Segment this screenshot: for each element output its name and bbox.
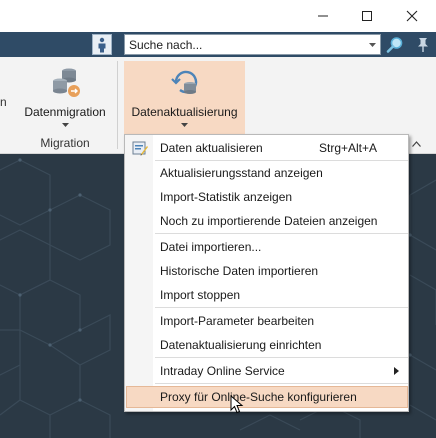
menu-item-daten-aktualisieren[interactable]: Daten aktualisieren Strg+Alt+A [126,137,408,159]
ribbon-separator [117,61,118,149]
menu-item-label: Import-Statistik anzeigen [160,190,293,204]
magnifier-icon [386,36,403,53]
menu-separator [155,383,408,384]
datenaktualisierung-menu: Daten aktualisieren Strg+Alt+A Aktualisi… [124,134,409,412]
menu-item-label: Daten aktualisieren [160,141,263,155]
ribbon-group-label: Migration [40,136,90,150]
datenaktualisierung-label: Datenaktualisierung [131,105,238,119]
menu-item-historische-daten-importieren[interactable]: Historische Daten importieren [126,260,408,282]
mouse-cursor-icon [230,395,244,414]
menu-item-import-stoppen[interactable]: Import stoppen [126,284,408,306]
menu-item-label: Noch zu importierende Dateien anzeigen [160,214,378,228]
menu-item-noch-zu-importierende-dateien[interactable]: Noch zu importierende Dateien anzeigen [126,210,408,232]
pin-icon [418,37,428,52]
ribbon-cut-label: n [0,95,7,109]
database-refresh-icon [168,65,202,99]
menu-separator [155,233,408,234]
menu-separator [155,307,408,308]
close-icon [406,10,418,22]
search-button[interactable] [384,34,406,55]
submenu-arrow-icon [394,367,399,375]
datenmigration-label: Datenmigration [24,105,106,119]
refresh-data-icon [132,141,148,156]
menu-item-label: Datenaktualisierung einrichten [160,338,322,352]
search-combobox[interactable] [124,34,381,55]
menu-item-label: Import-Parameter bearbeiten [160,314,315,328]
menu-item-aktualisierungsstand-anzeigen[interactable]: Aktualisierungsstand anzeigen [126,162,408,184]
minimize-button[interactable] [300,0,346,32]
pin-button[interactable] [412,34,434,55]
datenaktualisierung-button[interactable]: Datenaktualisierung [124,61,245,137]
person-icon [98,37,106,52]
chevron-down-icon [368,42,376,47]
user-filter-button[interactable] [92,34,112,55]
menu-item-label: Historische Daten importieren [160,264,319,278]
menu-separator [155,160,408,161]
menu-item-import-statistik-anzeigen[interactable]: Import-Statistik anzeigen [126,186,408,208]
close-window-button[interactable] [389,0,435,32]
chevron-down-icon [181,123,188,127]
search-toolbar [0,32,436,57]
menu-item-label: Intraday Online Service [160,364,285,378]
menu-item-intraday-online-service[interactable]: Intraday Online Service [126,360,408,382]
collapse-ribbon-button[interactable] [410,139,422,149]
menu-separator [155,357,408,358]
datenmigration-button[interactable]: Datenmigration [18,61,112,131]
menu-item-label: Import stoppen [160,288,241,302]
menu-item-datei-importieren[interactable]: Datei importieren... [126,236,408,258]
menu-item-import-parameter-bearbeiten[interactable]: Import-Parameter bearbeiten [126,310,408,332]
chevron-up-icon [411,141,421,147]
menu-item-label: Proxy für Online-Suche konfigurieren [160,390,357,404]
maximize-icon [362,11,372,21]
title-bar [0,0,436,32]
menu-item-label: Datei importieren... [160,240,262,254]
search-input[interactable] [129,37,365,52]
menu-item-label: Aktualisierungsstand anzeigen [160,166,323,180]
minimize-icon [318,15,328,17]
search-dropdown-arrow[interactable] [366,35,378,54]
chevron-down-icon [61,123,69,127]
menu-item-shortcut: Strg+Alt+A [319,141,378,155]
menu-item-proxy-konfigurieren[interactable]: Proxy für Online-Suche konfigurieren [126,386,408,408]
menu-item-datenaktualisierung-einrichten[interactable]: Datenaktualisierung einrichten [126,334,408,356]
database-migration-icon [48,65,82,99]
maximize-button[interactable] [344,0,390,32]
